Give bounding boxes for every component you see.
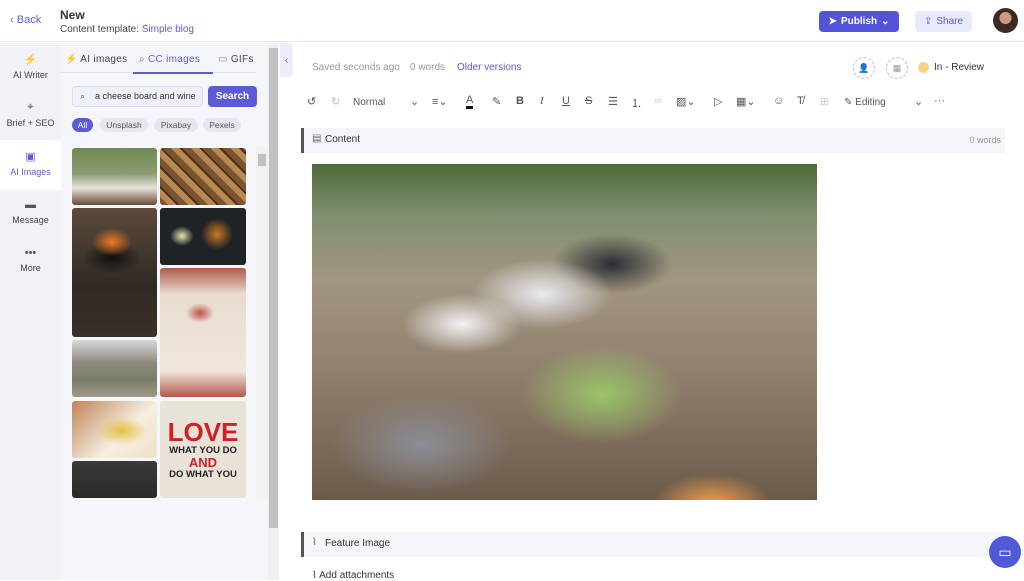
assign-user-button[interactable]: 👤 xyxy=(853,57,875,79)
upload-icon: ⇪ xyxy=(923,16,933,27)
result-image[interactable] xyxy=(160,208,246,265)
filter-all[interactable]: All xyxy=(72,118,93,132)
rail-item-message[interactable]: ▬ Message xyxy=(0,199,61,239)
bold-icon[interactable]: B xyxy=(516,95,524,107)
bullet-list-icon[interactable]: ☰ xyxy=(608,95,618,108)
numbered-list-icon[interactable]: ⒈ xyxy=(631,95,642,111)
word-count: 0 words xyxy=(410,62,446,73)
back-button[interactable]: ‹ Back xyxy=(10,14,41,26)
more-icon: ••• xyxy=(24,247,37,259)
search-icon: ⌕ xyxy=(80,91,86,101)
result-image[interactable] xyxy=(160,268,246,397)
send-icon: ➤ xyxy=(828,16,837,27)
result-image[interactable] xyxy=(72,208,157,337)
search-button[interactable]: Search xyxy=(208,86,257,107)
italic-icon[interactable]: I xyxy=(540,95,544,107)
paperclip-icon: ⌇ xyxy=(312,537,317,548)
user-plus-icon: 👤 xyxy=(858,62,870,73)
result-image[interactable] xyxy=(160,148,246,205)
template-link[interactable]: Simple blog xyxy=(142,24,194,35)
clear-format-icon[interactable]: T̸ xyxy=(797,95,804,107)
publish-button[interactable]: ➤ Publish ⌄ xyxy=(819,11,899,32)
status-dropdown[interactable]: In - Review xyxy=(918,62,984,73)
filter-pixabay[interactable]: Pixabay xyxy=(154,118,198,132)
scrollbar-thumb[interactable] xyxy=(269,48,278,528)
chevron-down-icon: ⌄ xyxy=(881,16,890,27)
image-icon: ▣ xyxy=(25,151,36,163)
avatar[interactable] xyxy=(993,8,1018,33)
active-tab-indicator xyxy=(133,72,213,74)
image-search-input[interactable]: ⌕ a cheese board and wine xyxy=(72,86,203,107)
rail-item-ai-writer[interactable]: ⚡ AI Writer xyxy=(0,53,61,93)
chevron-left-icon: ‹ xyxy=(284,54,289,66)
filter-unsplash[interactable]: Unsplash xyxy=(100,118,148,132)
share-button[interactable]: ⇪ Share xyxy=(915,11,972,32)
calendar-icon: ▦ xyxy=(892,62,902,73)
redo-icon[interactable]: ↻ xyxy=(331,95,340,108)
lightning-icon: ⚡ xyxy=(23,54,38,66)
chat-icon: ▭ xyxy=(998,543,1012,560)
result-image-love-sign[interactable]: LOVE WHAT YOU DO AND DO WHAT YOU xyxy=(160,401,246,498)
schedule-button[interactable]: ▦ xyxy=(886,57,908,79)
underline-icon[interactable]: U xyxy=(562,95,570,107)
sidebar-scrollbar[interactable] xyxy=(268,43,279,580)
table-icon[interactable]: ▦⌄ xyxy=(736,95,756,108)
target-icon: ⌖ xyxy=(27,101,34,113)
chat-support-button[interactable]: ▭ xyxy=(989,536,1021,568)
highlight-icon[interactable]: ✎ xyxy=(492,95,501,108)
link-icon[interactable]: ∞ xyxy=(654,95,662,107)
scrollbar-thumb[interactable] xyxy=(258,154,266,166)
strikethrough-icon[interactable]: S xyxy=(585,95,592,107)
result-image[interactable] xyxy=(72,148,157,205)
emoji-icon[interactable]: ☺ xyxy=(773,95,784,107)
older-versions-link[interactable]: Older versions xyxy=(457,62,521,73)
tab-ai-images[interactable]: ⚡ AI images xyxy=(65,54,127,65)
tab-cc-images[interactable]: ⌕ CC images xyxy=(139,54,200,65)
comment-icon[interactable]: ⊞ xyxy=(820,95,829,108)
rail-item-brief-seo[interactable]: ⌖ Brief + SEO xyxy=(0,101,61,141)
content-section-header: ▤ Content 0 words xyxy=(301,128,1005,153)
content-image[interactable] xyxy=(312,164,817,500)
align-icon[interactable]: ≡⌄ xyxy=(432,95,448,108)
rail-item-more[interactable]: ••• More xyxy=(0,247,61,287)
rail-item-ai-images[interactable]: ▣ AI Images xyxy=(0,140,61,190)
result-image[interactable] xyxy=(72,461,157,498)
document-icon: ▤ xyxy=(312,133,322,144)
left-rail: ⚡ AI Writer ⌖ Brief + SEO ▣ AI Images ▬ Mess… xyxy=(0,43,61,580)
collapse-panel-button[interactable]: ‹ xyxy=(280,43,293,77)
result-image[interactable] xyxy=(72,340,157,397)
image-tabs: ⚡ AI images ⌕ CC images ▭ GIFs xyxy=(61,50,256,73)
add-attachments-button[interactable]: ⌇ Add attachments xyxy=(312,570,394,581)
lightning-icon: ⚡ xyxy=(65,54,78,65)
text-color-icon[interactable]: A xyxy=(466,95,474,109)
panel-scrollbar[interactable] xyxy=(256,146,268,500)
chevron-down-icon[interactable]: ⌄ xyxy=(914,95,923,108)
search-icon: ⌕ xyxy=(139,54,145,65)
image-icon[interactable]: ▨⌄ xyxy=(676,95,696,108)
paragraph-style-select[interactable]: Normal xyxy=(353,97,385,108)
editing-mode-select[interactable]: ✎ Editing xyxy=(844,97,886,108)
feature-image-section[interactable]: ⌇ Feature Image xyxy=(301,532,1005,557)
more-options-icon[interactable]: ··· xyxy=(934,95,945,107)
chevron-left-icon: ‹ xyxy=(10,14,17,26)
saved-status: Saved seconds ago xyxy=(312,62,400,73)
video-icon[interactable]: ▷ xyxy=(714,95,722,108)
tab-gifs[interactable]: ▭ GIFs xyxy=(218,54,254,65)
status-dot xyxy=(918,62,929,73)
filter-pexels[interactable]: Pexels xyxy=(203,118,241,132)
message-icon: ▬ xyxy=(25,199,36,211)
undo-icon[interactable]: ↺ xyxy=(307,95,316,108)
gif-icon: ▭ xyxy=(218,54,228,65)
page-title: New xyxy=(60,8,85,22)
content-template: Content template: Simple blog xyxy=(60,24,194,35)
result-image[interactable] xyxy=(72,401,157,458)
paperclip-icon: ⌇ xyxy=(312,570,317,581)
chevron-down-icon[interactable]: ⌄ xyxy=(410,95,419,108)
pencil-icon: ✎ xyxy=(844,97,853,108)
